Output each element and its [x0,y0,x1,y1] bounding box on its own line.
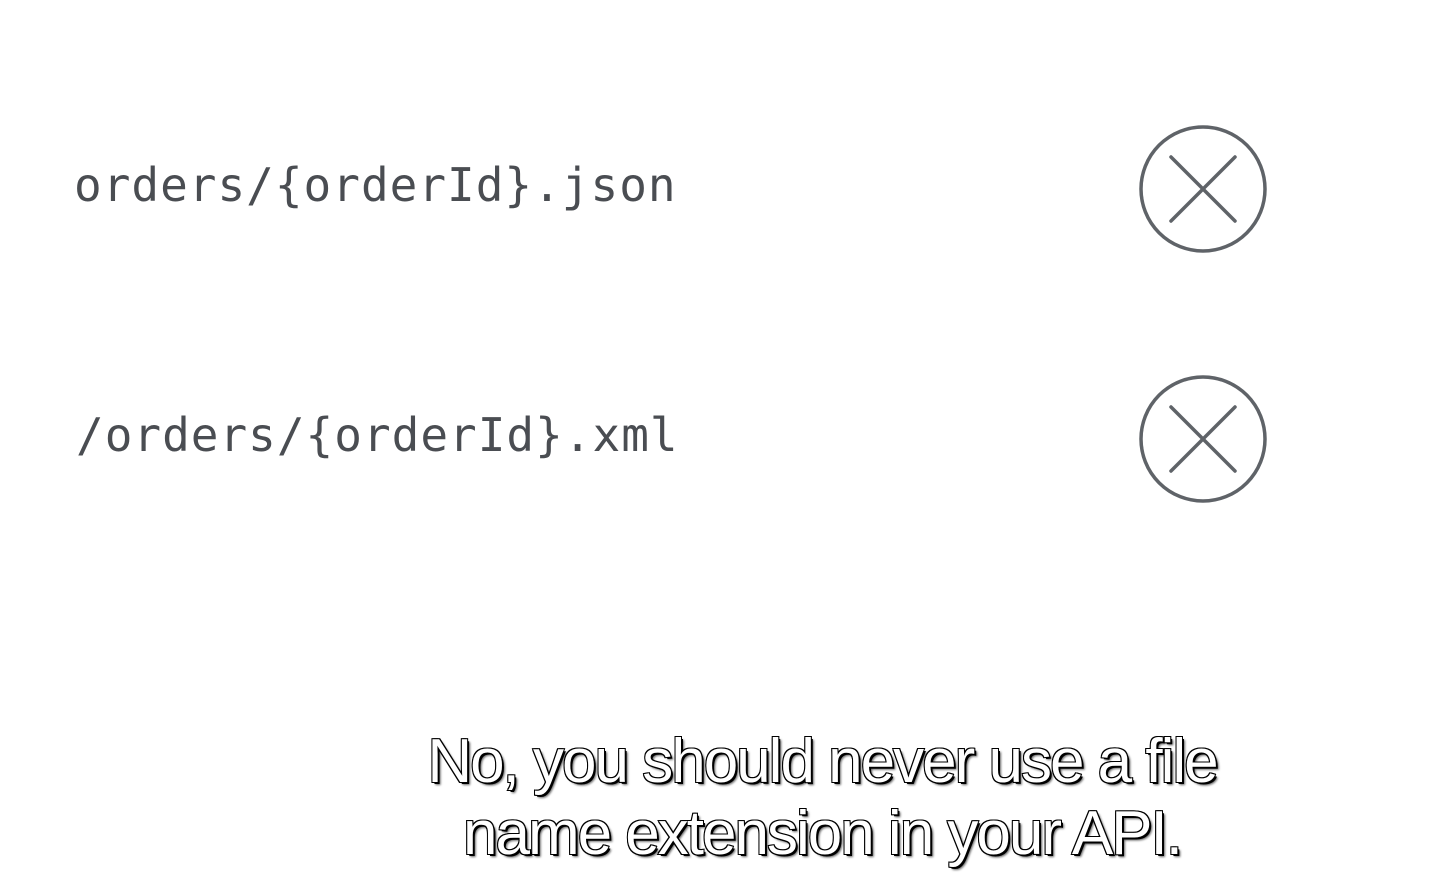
example-row-json: orders/{orderId}.json [0,108,1438,268]
example-row-xml: /orders/{orderId}.xml [0,358,1438,518]
subtitle-line-1: No, you should never use a file [426,726,1219,797]
endpoint-path-xml: /orders/{orderId}.xml [76,408,679,462]
x-circle-icon [1139,375,1267,503]
video-frame: orders/{orderId}.json /orders/{orderId}.… [0,0,1438,894]
endpoint-path-json: orders/{orderId}.json [74,158,677,212]
subtitle-line-2: name extension in your API. [462,798,1184,869]
subtitle-caption: No, you should never use a file name ext… [250,726,1394,870]
x-circle-icon [1139,125,1267,253]
